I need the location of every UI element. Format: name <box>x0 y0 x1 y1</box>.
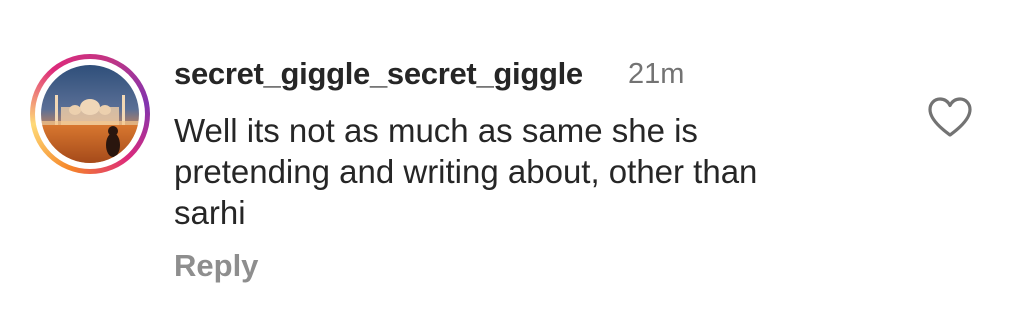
reply-button[interactable]: Reply <box>174 248 258 284</box>
comment-text: Well its not as much as same she is pret… <box>174 110 894 233</box>
comment-timestamp: 21m <box>628 58 685 90</box>
avatar-ring-gap <box>35 59 145 169</box>
comment-text-line: Well its not as much as same she is <box>174 112 698 149</box>
comment-text-line: pretending and writing about, other than <box>174 153 758 190</box>
avatar-photo <box>41 65 139 163</box>
avatar[interactable] <box>41 65 139 163</box>
comment-item: secret_giggle_secret_giggle 21m Well its… <box>0 0 1024 328</box>
username[interactable]: secret_giggle_secret_giggle <box>174 56 583 92</box>
heart-outline-icon <box>928 97 972 137</box>
comment-text-line: sarhi <box>174 194 246 231</box>
like-button[interactable] <box>926 96 974 138</box>
story-ring[interactable] <box>30 54 150 174</box>
